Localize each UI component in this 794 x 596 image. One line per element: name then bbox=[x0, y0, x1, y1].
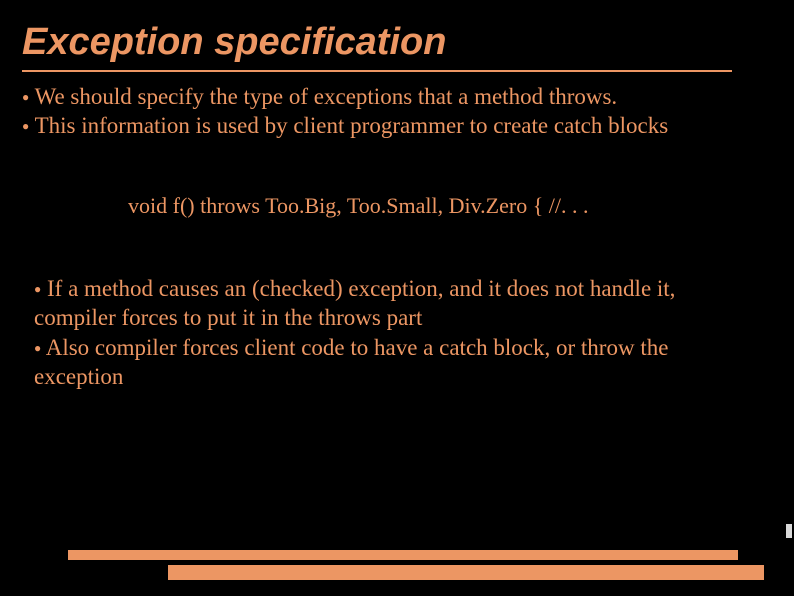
bullet-dot: ● bbox=[22, 90, 29, 104]
bullet-dot: ● bbox=[34, 282, 41, 296]
footer-bar bbox=[68, 550, 738, 560]
bullet-dot: ● bbox=[22, 119, 29, 133]
bullet-block-2: ● If a method causes an (checked) except… bbox=[0, 274, 794, 392]
footer-bar bbox=[168, 565, 764, 580]
page-indicator bbox=[786, 524, 792, 538]
bullet-text: We should specify the type of exceptions… bbox=[35, 84, 618, 109]
bullet-text: Also compiler forces client code to have… bbox=[34, 335, 668, 389]
slide: Exception specification ● We should spec… bbox=[0, 0, 794, 596]
code-line: void f() throws Too.Big, Too.Small, Div.… bbox=[0, 193, 794, 219]
bullet-text: If a method causes an (checked) exceptio… bbox=[34, 276, 675, 330]
slide-title: Exception specification bbox=[0, 0, 794, 64]
bullet-dot: ● bbox=[34, 341, 41, 355]
bullet-text: This information is used by client progr… bbox=[35, 113, 669, 138]
bullet-block-1: ● We should specify the type of exceptio… bbox=[0, 82, 794, 141]
title-underline bbox=[22, 70, 732, 72]
